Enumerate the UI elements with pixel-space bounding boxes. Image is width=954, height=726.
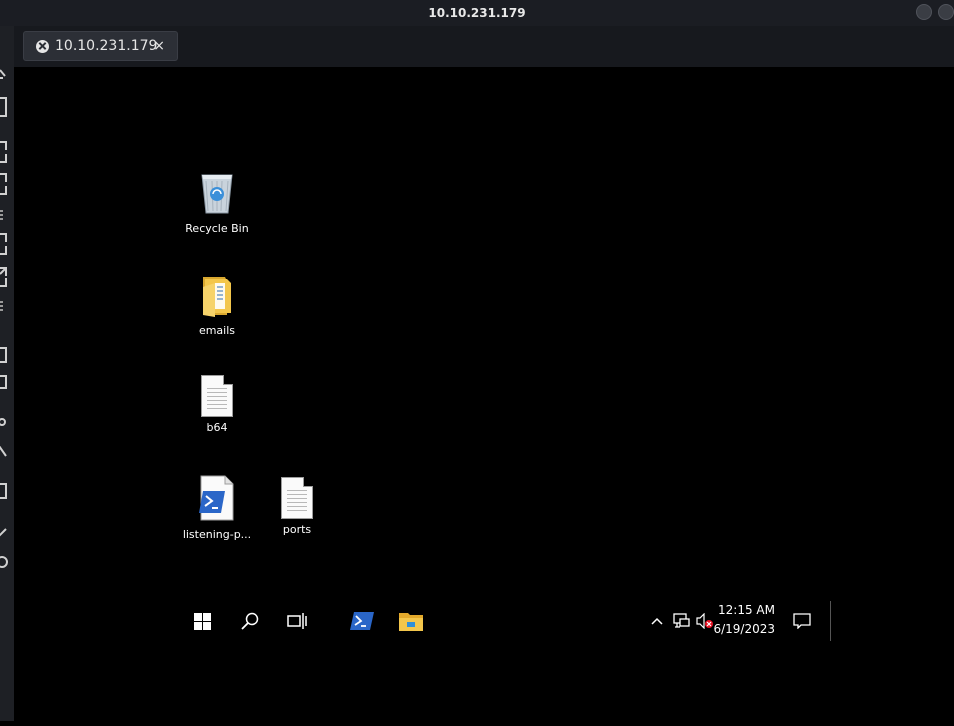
powershell-button[interactable] [347, 599, 377, 643]
folder-icon [399, 613, 423, 631]
camera-icon [0, 483, 7, 499]
tray-clock-date[interactable]: 6/19/2023 [705, 622, 775, 636]
desktop-icon-label: ports [282, 523, 312, 536]
recycle-bin-icon [201, 174, 233, 214]
window-minimize-button[interactable] [916, 4, 932, 20]
search-icon [241, 612, 259, 630]
text-file-icon [201, 375, 233, 417]
fit-screen-icon [0, 173, 7, 195]
tab-bar: 10.10.231.179 × [14, 26, 954, 67]
desktop-icon-recycle-bin[interactable]: Recycle Bin [177, 169, 257, 235]
tray-clock-time[interactable]: 12:15 AM [705, 603, 775, 617]
remote-desktop[interactable]: Recycle Bin emails b64 listening-p... po… [14, 67, 954, 721]
notification-icon [793, 613, 811, 629]
tab-close-button[interactable]: × [153, 38, 165, 54]
file-explorer-button[interactable] [396, 599, 426, 643]
session-toolbar [0, 26, 14, 721]
fullscreen-icon [0, 141, 7, 163]
folder-icon [203, 277, 231, 317]
windows-logo-icon [193, 612, 211, 630]
start-button[interactable] [187, 599, 217, 643]
settings-icon [0, 418, 6, 426]
pencil-icon [0, 528, 7, 537]
resize-icon [0, 233, 7, 255]
drive-icon [0, 347, 7, 363]
desktop-icon-label: b64 [206, 421, 228, 434]
window-title: 10.10.231.179 [428, 6, 526, 20]
refresh-icon [0, 556, 8, 568]
clipboard-icon [0, 97, 7, 117]
chevron-up-icon [651, 617, 663, 625]
desktop-icon-label: emails [198, 324, 236, 337]
task-view-icon [287, 613, 307, 629]
separator-dots [0, 210, 3, 212]
desktop-icon-emails[interactable]: emails [177, 273, 257, 337]
tab-remote-session[interactable]: 10.10.231.179 × [23, 31, 178, 61]
desktop-icon-b64[interactable]: b64 [177, 375, 257, 434]
powershell-script-icon [199, 475, 234, 521]
show-desktop-divider[interactable] [830, 601, 831, 641]
desktop-icon-label: Recycle Bin [185, 222, 249, 235]
show-hidden-icons-button[interactable] [649, 599, 665, 643]
network-icon [673, 613, 690, 628]
disconnect-icon[interactable] [36, 39, 49, 53]
desktop-icon-listening-ports-script[interactable]: listening-p... [177, 475, 257, 541]
desktop-icon-ports[interactable]: ports [257, 477, 337, 536]
text-file-icon [281, 477, 313, 519]
search-button[interactable] [235, 599, 265, 643]
window-titlebar: 10.10.231.179 [0, 0, 954, 26]
keyboard-icon [0, 375, 7, 389]
task-view-button[interactable] [282, 599, 312, 643]
window-maximize-button[interactable] [938, 4, 954, 20]
tab-label: 10.10.231.179 [55, 38, 158, 54]
windows-taskbar: 12:15 AM 6/19/2023 [175, 599, 835, 643]
desktop-icon-label: listening-p... [182, 528, 252, 541]
paperclip-icon [0, 445, 7, 457]
powershell-icon [350, 612, 374, 630]
session-toolbar-icons [0, 69, 8, 568]
network-tray-button[interactable] [672, 599, 692, 643]
action-center-button[interactable] [791, 599, 813, 643]
pin-icon [0, 69, 6, 79]
expand-icon [0, 267, 7, 287]
